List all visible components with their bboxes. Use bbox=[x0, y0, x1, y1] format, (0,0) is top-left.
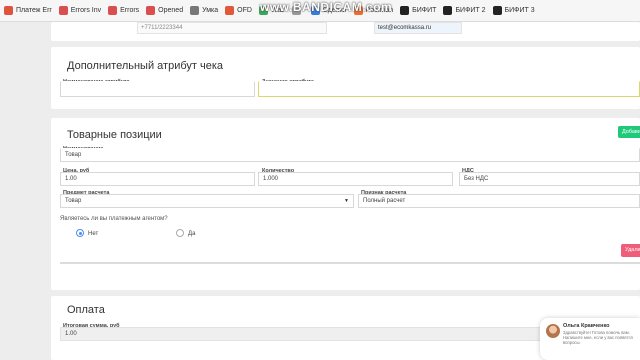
email-field[interactable]: test@ecomkassa.ru bbox=[374, 22, 462, 34]
agent-no-label: Нет bbox=[88, 231, 99, 237]
method-select[interactable]: Полный расчет bbox=[358, 194, 640, 208]
bookmark-label: Умка bbox=[202, 7, 219, 14]
bookmark-label: Opened bbox=[158, 7, 184, 14]
page-icon bbox=[58, 6, 68, 15]
agent-no-radio[interactable] bbox=[76, 229, 84, 237]
chat-message: Здравствуйте! Готова помочь вам. Напишит… bbox=[563, 330, 633, 345]
bookmark-label: БИФИТ 3 bbox=[504, 7, 535, 14]
page-icon bbox=[108, 6, 118, 15]
subject-select[interactable]: Товар ▼ bbox=[60, 194, 354, 208]
contacts-card: +7711/2223344 test@ecomkassa.ru bbox=[51, 22, 640, 41]
bookmark-item[interactable]: Errors Inv bbox=[57, 0, 106, 21]
subject-value: Товар bbox=[65, 198, 82, 204]
bookmark-label: Платеж Err bbox=[16, 7, 52, 14]
bookmark-item[interactable]: БИФИТ 3 bbox=[491, 0, 540, 21]
bookmark-label: Errors Inv bbox=[70, 7, 102, 14]
page-content: +7711/2223344 test@ecomkassa.ru Дополнит… bbox=[33, 22, 640, 360]
agent-yes-label: Да bbox=[188, 231, 196, 237]
bookmark-item[interactable]: БИФИТ bbox=[398, 0, 441, 21]
agent-yes-radio[interactable] bbox=[176, 229, 184, 237]
bookmark-item[interactable]: БИФИТ 2 bbox=[441, 0, 490, 21]
section-divider bbox=[60, 262, 640, 264]
chevron-down-icon: ▼ bbox=[344, 198, 349, 204]
item-name-input[interactable]: Товар bbox=[60, 148, 640, 162]
method-value: Полный расчет bbox=[363, 198, 406, 204]
vat-select[interactable]: Без НДС bbox=[459, 172, 640, 186]
bookmark-item[interactable]: OFD bbox=[223, 0, 257, 21]
bookmark-label: БИФИТ bbox=[412, 7, 437, 14]
support-chat-widget[interactable]: Ольга Кравченко Здравствуйте! Готова пом… bbox=[540, 318, 640, 360]
delete-item-button[interactable]: Удали bbox=[621, 244, 640, 257]
ofd-icon bbox=[225, 6, 235, 15]
receipt-attribute-card: Дополнительный атрибут чека Наименование… bbox=[51, 47, 640, 109]
umka-icon bbox=[190, 6, 200, 15]
bookmark-item[interactable]: Умка bbox=[188, 0, 223, 21]
phone-field[interactable]: +7711/2223344 bbox=[137, 22, 327, 34]
add-item-button[interactable]: Добави bbox=[618, 126, 640, 138]
quantity-input[interactable]: 1.000 bbox=[258, 172, 453, 186]
chat-agent-name: Ольга Кравченко bbox=[563, 323, 610, 329]
avatar bbox=[546, 324, 560, 338]
bookmark-label: БИФИТ 2 bbox=[455, 7, 486, 14]
bifit-icon bbox=[400, 6, 410, 15]
bookmark-label: OFD bbox=[237, 7, 252, 14]
bookmark-item[interactable]: Opened bbox=[144, 0, 188, 21]
price-input[interactable]: 1.00 bbox=[60, 172, 255, 186]
items-card-title: Товарные позиции bbox=[67, 129, 162, 141]
agent-question: Являетесь ли вы платежным агентом? bbox=[60, 216, 168, 222]
attribute-name-input[interactable] bbox=[60, 81, 255, 97]
bookmark-item[interactable]: Платеж Err bbox=[2, 0, 57, 21]
bandicam-watermark: www.BANDICAM.com bbox=[260, 0, 393, 14]
attribute-card-title: Дополнительный атрибут чека bbox=[67, 60, 224, 72]
bifit-icon bbox=[443, 6, 453, 15]
bookmark-label: Errors bbox=[120, 7, 140, 14]
page-icon bbox=[4, 6, 13, 15]
items-card: Товарные позиции Добави Наименование Тов… bbox=[51, 118, 640, 290]
attribute-value-input[interactable] bbox=[258, 81, 640, 97]
bifit-icon bbox=[492, 6, 502, 15]
bookmark-item[interactable]: Errors bbox=[106, 0, 144, 21]
page-icon bbox=[146, 6, 156, 15]
payment-card-title: Оплата bbox=[67, 304, 105, 316]
